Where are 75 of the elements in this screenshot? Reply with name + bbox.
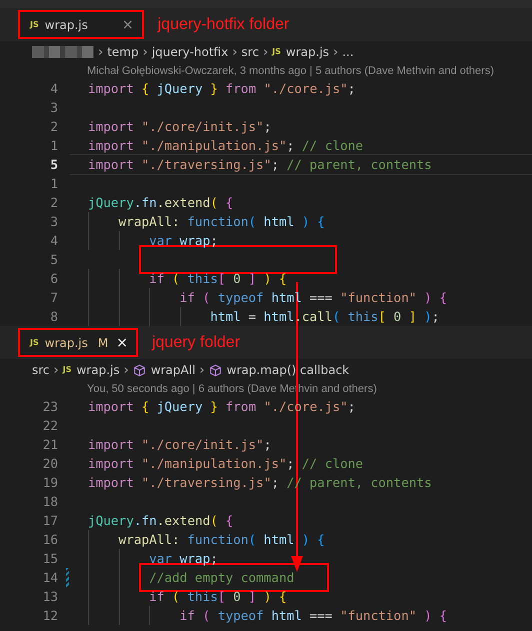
- line-number: 15: [42, 550, 58, 568]
- line-number: 13: [42, 588, 58, 606]
- code-line: wrapAll: function( html ) {: [70, 211, 532, 232]
- line-number: 4: [49, 80, 58, 98]
- code-line: import "./core/init.js";: [87, 118, 272, 136]
- tab-label: wrap.js: [44, 336, 88, 350]
- cube-icon: [132, 364, 146, 376]
- line-number: 16: [42, 531, 58, 549]
- chevron-icon: ›: [232, 44, 238, 60]
- breadcrumb-item[interactable]: temp: [107, 45, 139, 59]
- line-number: 6: [49, 270, 58, 288]
- js-file-icon: JS: [30, 20, 39, 28]
- cube-icon: [208, 364, 222, 376]
- line-number: 5: [49, 156, 58, 174]
- line-number: 4: [49, 232, 58, 250]
- close-icon[interactable]: ×: [122, 16, 134, 32]
- chevron-icon: ›: [142, 44, 148, 60]
- line-number: 19: [42, 474, 58, 492]
- chevron-icon: ›: [98, 44, 104, 60]
- code-line: import "./traversing.js"; // parent, contents: [70, 154, 532, 175]
- line-number: 23: [42, 398, 58, 416]
- code-line: if ( this[ 0 ] ) {: [70, 268, 532, 289]
- line-number: 8: [49, 308, 58, 326]
- blurred-path: [32, 46, 94, 58]
- annotation-label: jquery folder: [152, 334, 240, 352]
- code-line: import "./core/init.js";: [87, 436, 272, 454]
- line-number: 5: [49, 251, 58, 269]
- js-file-icon: JS: [30, 338, 39, 346]
- editor-tab[interactable]: JS wrap.js M ×: [18, 328, 138, 357]
- close-icon[interactable]: ×: [116, 334, 128, 350]
- breadcrumb-item[interactable]: src: [32, 363, 50, 377]
- code-line: if ( this[ 0 ] ) {: [70, 586, 532, 607]
- code-line: var wrap;: [70, 548, 532, 569]
- line-number: 17: [42, 512, 58, 530]
- code-line: import "./manipulation.js"; // clone: [87, 455, 364, 473]
- line-number: 7: [49, 289, 58, 307]
- line-number: 1: [49, 137, 58, 155]
- breadcrumb-item[interactable]: ...: [342, 45, 354, 59]
- code-line: import "./manipulation.js"; // clone: [87, 137, 364, 155]
- code-line: jQuery.fn.extend( {: [87, 194, 234, 212]
- code-line: //add empty command: [70, 567, 532, 588]
- line-number: 3: [49, 99, 58, 117]
- breadcrumb-item[interactable]: jquery-hotfix: [152, 45, 228, 59]
- modified-indicator: M: [98, 336, 108, 350]
- annotation-label: jquery-hotfix folder: [158, 16, 290, 34]
- breadcrumb-item[interactable]: wrap.js: [286, 45, 330, 59]
- blame-annotation: Michał Gołębiowski-Owczarek, 3 months ago | 5 authors (Dave Methvin and others): [86, 64, 495, 79]
- editor-tab[interactable]: JS wrap.js ×: [18, 10, 144, 39]
- chevron-icon: ›: [333, 44, 338, 60]
- line-number: 2: [49, 118, 58, 136]
- js-file-icon: JS: [272, 48, 281, 56]
- line-number: 2: [49, 194, 58, 212]
- line-number: 3: [49, 213, 58, 231]
- code-line: var wrap;: [70, 230, 532, 251]
- code-line: if ( typeof html === "function" ) {: [70, 605, 532, 626]
- chevron-icon: ›: [124, 362, 129, 378]
- chevron-icon: ›: [54, 362, 59, 378]
- code-line: jQuery.fn.extend( {: [87, 512, 234, 530]
- line-number: 12: [42, 607, 58, 625]
- code-line: import { jQuery } from "./core.js";: [87, 80, 356, 98]
- chevron-icon: ›: [199, 362, 205, 378]
- breadcrumb-item[interactable]: src: [241, 45, 259, 59]
- line-number: 21: [42, 436, 58, 454]
- line-number: 1: [49, 175, 58, 193]
- line-number: 14: [42, 569, 58, 587]
- breadcrumb-item[interactable]: wrapAll: [150, 363, 196, 377]
- tab-label: wrap.js: [44, 18, 88, 32]
- line-number: 18: [42, 493, 58, 511]
- code-line: wrapAll: function( html ) {: [70, 529, 532, 550]
- breadcrumb-item[interactable]: wrap.map() callback: [226, 363, 350, 377]
- chevron-icon: ›: [262, 44, 268, 60]
- line-number: 22: [42, 417, 58, 435]
- line-number: 20: [42, 455, 58, 473]
- breadcrumb-item[interactable]: wrap.js: [76, 363, 120, 377]
- js-file-icon: JS: [62, 366, 72, 374]
